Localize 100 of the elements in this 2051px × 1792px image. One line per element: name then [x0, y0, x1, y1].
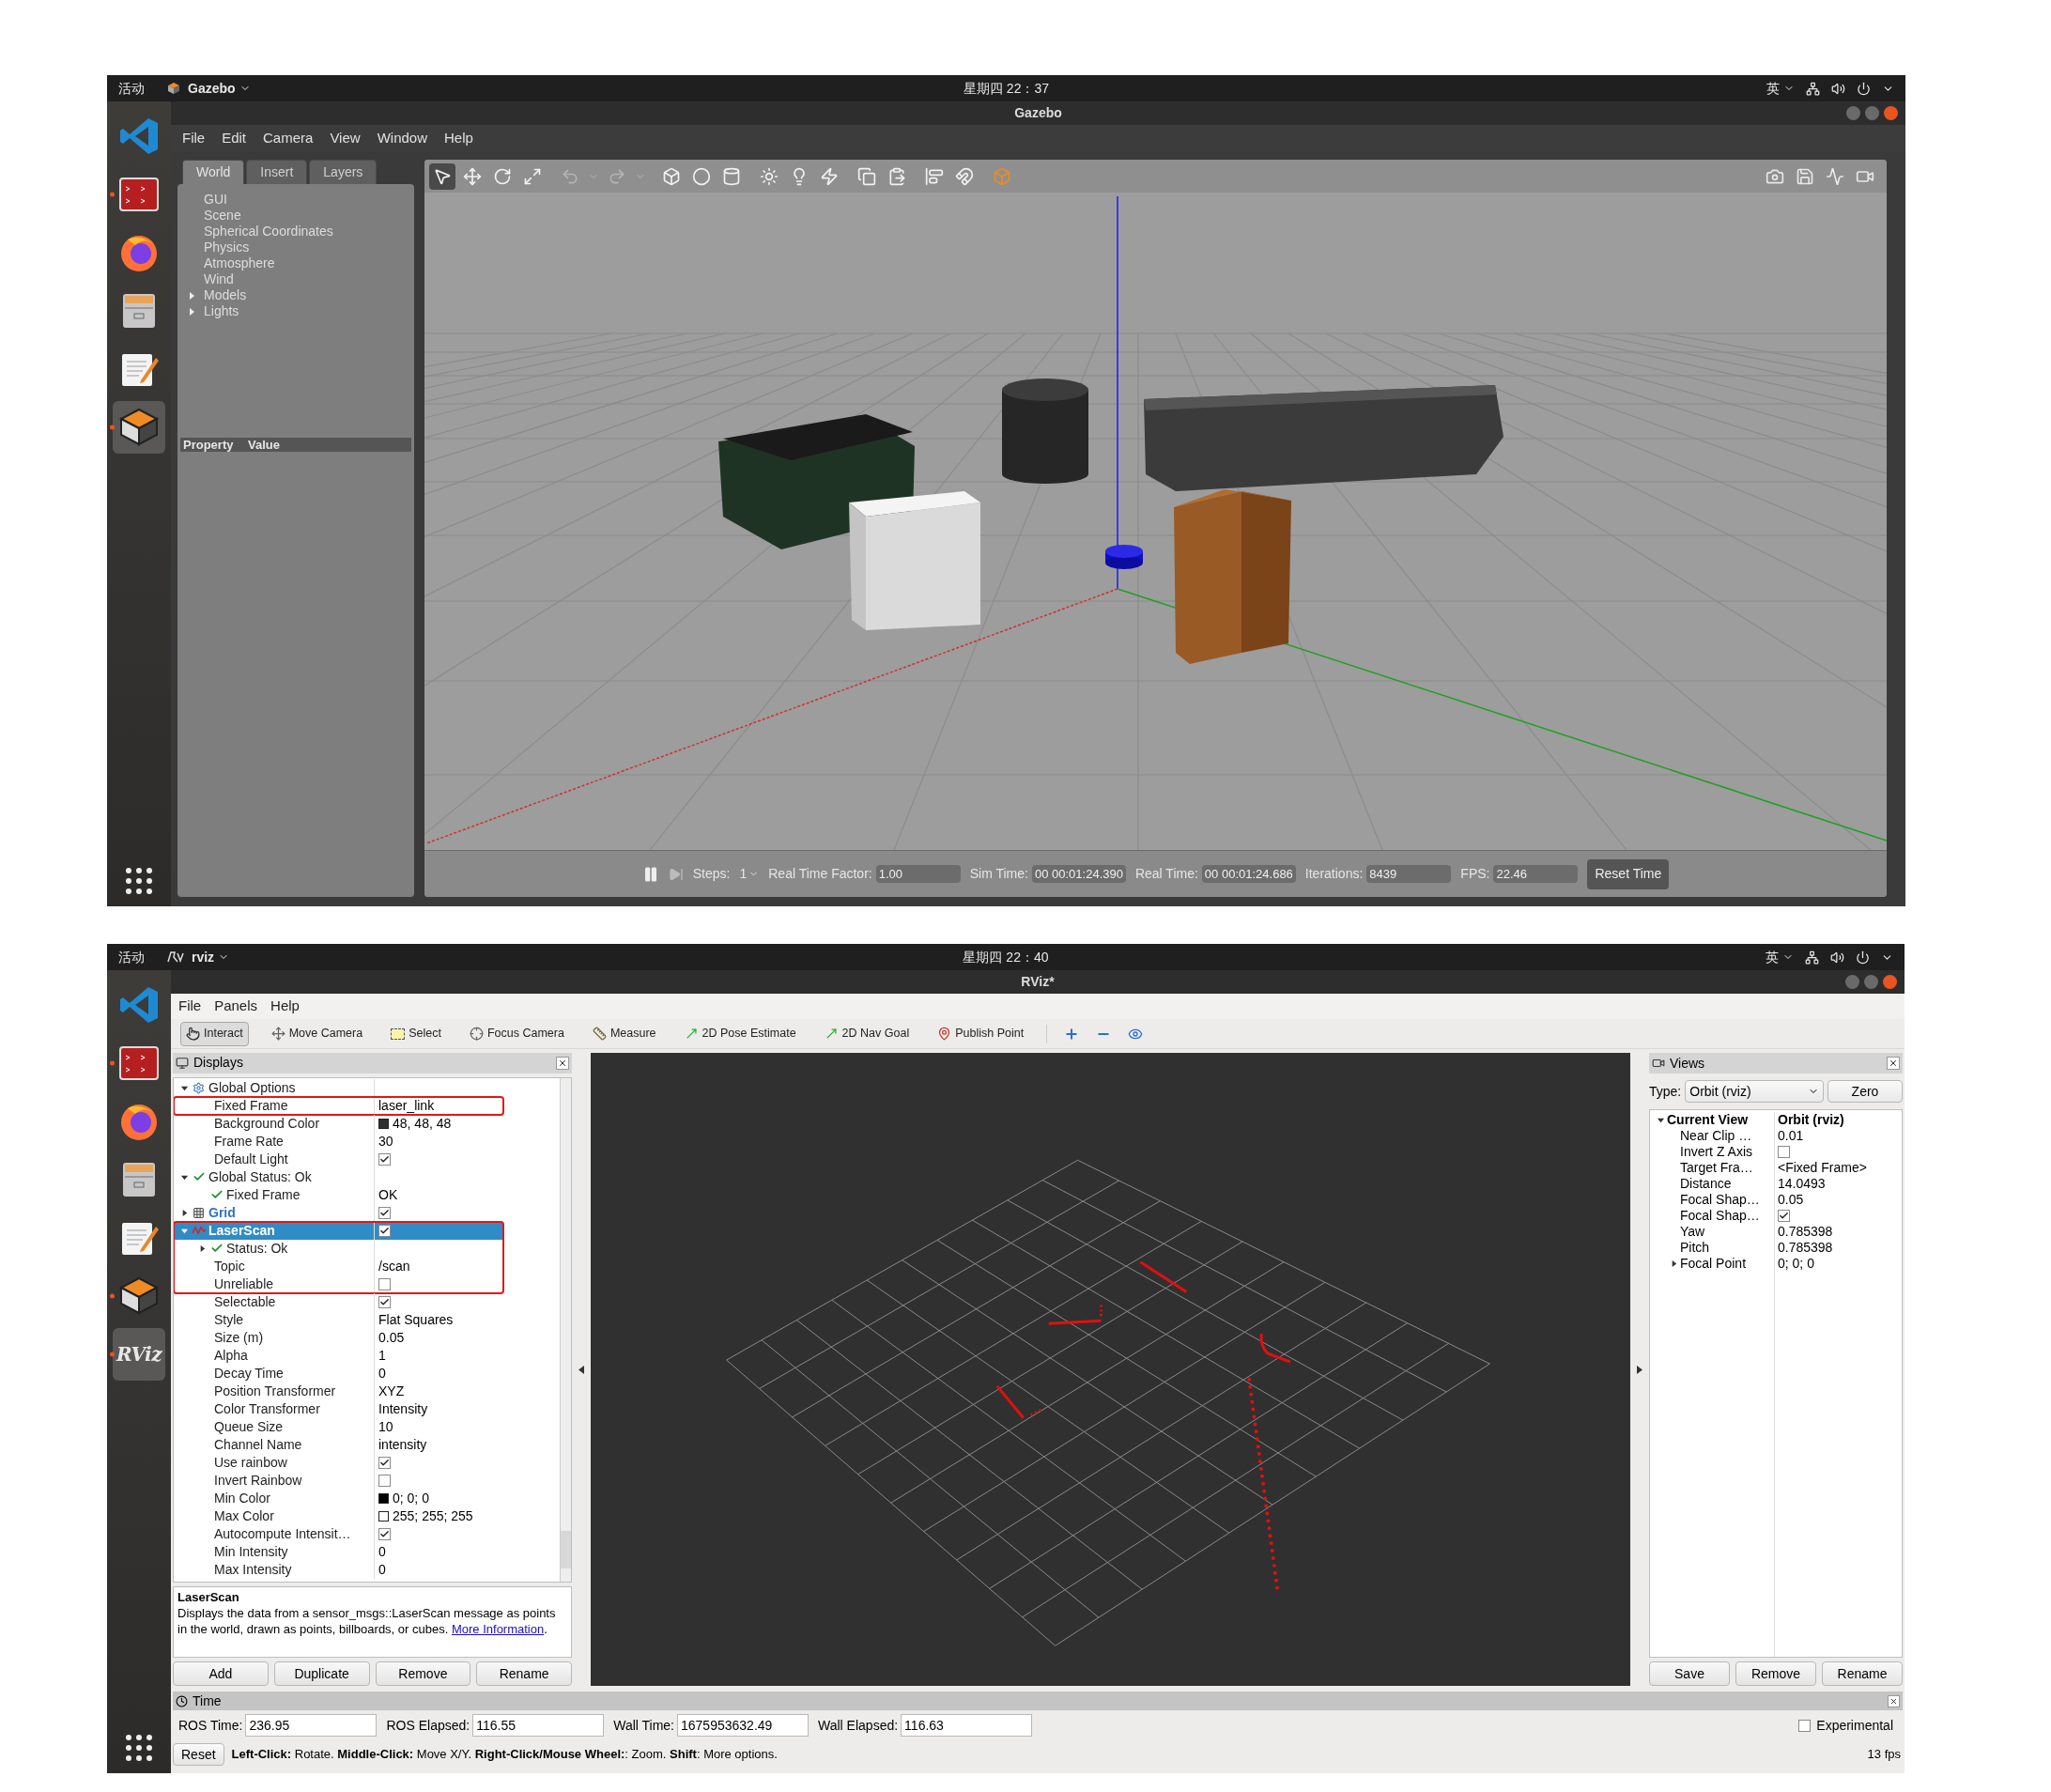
property-value: OK	[378, 1185, 398, 1204]
checkbox[interactable]	[378, 1277, 391, 1290]
menu-item[interactable]: Camera	[263, 128, 314, 149]
tree-row[interactable]: Selectable	[174, 1292, 560, 1311]
tree-row[interactable]: Grid	[174, 1203, 560, 1222]
maximize-button[interactable]	[1864, 975, 1878, 989]
menu-item[interactable]: Help	[444, 128, 473, 149]
volume-icon[interactable]	[1831, 81, 1845, 96]
property-label: Fixed Frame	[214, 1096, 288, 1115]
tree-row[interactable]: Status: Ok	[174, 1239, 503, 1258]
checkbox[interactable]	[378, 1224, 391, 1237]
checkbox[interactable]	[378, 1474, 391, 1487]
checkbox[interactable]	[378, 1527, 391, 1540]
collapse-arrow-icon[interactable]	[578, 1365, 584, 1374]
close-button[interactable]	[1888, 1694, 1900, 1707]
tool-button[interactable]: 2D Nav Goal	[818, 1021, 916, 1046]
tool-button[interactable]: Interact	[180, 1021, 249, 1046]
checkbox[interactable]	[1798, 1719, 1812, 1732]
cube-icon[interactable]	[118, 407, 160, 448]
power-icon[interactable]	[1856, 950, 1870, 965]
close-button[interactable]	[556, 1056, 569, 1070]
wave-icon	[191, 1226, 207, 1236]
redo-icon	[608, 166, 626, 186]
checkbox[interactable]	[1778, 1210, 1790, 1222]
property-value: 0; 0; 0	[393, 1489, 429, 1507]
checkbox[interactable]	[1778, 1146, 1790, 1158]
checkbox[interactable]	[378, 1152, 391, 1166]
tree-row[interactable]: Use rainbow	[174, 1453, 560, 1472]
checkbox[interactable]	[378, 1456, 391, 1469]
type-dropdown[interactable]: Orbit (rviz)	[1685, 1080, 1824, 1103]
menu-item[interactable]: Panels	[214, 996, 258, 1017]
menu-item[interactable]: Help	[270, 996, 300, 1017]
app-grid-icon[interactable]	[125, 1734, 153, 1762]
panel-button[interactable]: Rename	[476, 1661, 572, 1686]
tab[interactable]: Insert	[246, 160, 308, 184]
panel-button[interactable]: Save	[1649, 1661, 1730, 1686]
property-label: Yaw	[1680, 1224, 1705, 1240]
tab[interactable]: Layers	[309, 160, 378, 184]
tool-button[interactable]: Select	[385, 1021, 447, 1046]
checkbox[interactable]	[378, 1206, 391, 1219]
menu-item[interactable]: View	[330, 128, 361, 149]
tool-button[interactable]: Publish Point	[932, 1021, 1030, 1046]
readout-field: 00 00:01:24.686	[1201, 864, 1296, 884]
reset-time-button[interactable]: Reset Time	[1587, 858, 1670, 889]
menu-item[interactable]: Edit	[222, 128, 247, 149]
menu-item[interactable]: Window	[377, 128, 427, 149]
tool-button[interactable]: 2D Pose Estimate	[678, 1021, 802, 1046]
expand-arrow[interactable]	[1656, 1116, 1665, 1124]
input-method-button[interactable]: 英	[1766, 78, 1795, 99]
chart-icon[interactable]	[1826, 166, 1844, 186]
app-menu-button[interactable]: Gazebo	[188, 78, 251, 99]
tree-row[interactable]: Fixed Frame laser_link	[174, 1096, 503, 1115]
rviz-logo[interactable]: RViz	[116, 1340, 162, 1368]
readout-field: 8439	[1366, 864, 1452, 884]
menu-item[interactable]: File	[178, 996, 202, 1017]
close-button[interactable]	[1887, 1057, 1900, 1070]
minimize-button[interactable]	[1846, 106, 1860, 120]
code-editor-icon[interactable]	[118, 116, 160, 157]
activities-button[interactable]: 活动	[118, 78, 145, 99]
collapse-arrow-icon[interactable]	[1637, 1365, 1642, 1374]
maximize-button[interactable]	[1865, 106, 1879, 120]
menu-item[interactable]: File	[182, 128, 206, 149]
tree-row[interactable]: Unreliable	[174, 1274, 503, 1293]
tree-row[interactable]: Autocompute Intensit…	[174, 1524, 560, 1543]
panel-button[interactable]: Remove	[375, 1661, 471, 1686]
property-value: 48, 48, 48	[393, 1114, 452, 1133]
tree-row[interactable]: Invert Rainbow	[174, 1471, 560, 1490]
property-label: Min Color	[214, 1489, 270, 1507]
selected-row[interactable]: LaserScan	[174, 1221, 503, 1240]
minimize-button[interactable]	[1845, 975, 1859, 989]
app-menu-button[interactable]: rviz	[192, 947, 230, 967]
tree-row[interactable]: Topic /scan	[174, 1257, 503, 1275]
clock[interactable]: 星期四 22：37	[964, 78, 1049, 99]
network-icon[interactable]	[1805, 950, 1819, 965]
panel-button[interactable]: Duplicate	[273, 1661, 370, 1686]
clock[interactable]: 星期四 22：40	[963, 947, 1049, 967]
property-label: Channel Name	[214, 1435, 302, 1454]
zero-button[interactable]: Zero	[1827, 1080, 1903, 1103]
code-editor-icon[interactable]	[118, 984, 160, 1026]
tool-button[interactable]: Measure	[586, 1021, 662, 1046]
tree-row[interactable]: Default Light	[174, 1150, 560, 1168]
tool-button[interactable]: Move Camera	[265, 1021, 369, 1046]
app-grid-icon[interactable]	[125, 867, 153, 895]
panel-button[interactable]: Rename	[1822, 1661, 1903, 1686]
activities-button[interactable]: 活动	[118, 947, 145, 967]
power-icon[interactable]	[1857, 81, 1871, 96]
property-value: 0.01	[1778, 1128, 1804, 1144]
tool-button[interactable]	[429, 162, 455, 190]
volume-icon[interactable]	[1830, 950, 1844, 965]
input-method-button[interactable]: 英	[1766, 947, 1794, 967]
tool-button[interactable]: Focus Camera	[463, 1021, 570, 1046]
network-icon[interactable]	[1806, 81, 1820, 96]
panel-button[interactable]: Add	[173, 1661, 269, 1686]
reset-button[interactable]: Reset	[173, 1743, 224, 1766]
checkbox[interactable]	[378, 1295, 391, 1308]
panel-button[interactable]: Remove	[1735, 1661, 1816, 1686]
grid-icon	[193, 1206, 205, 1219]
property-label: Min Intensity	[214, 1542, 288, 1561]
cube-icon[interactable]	[118, 1275, 160, 1317]
save-icon[interactable]	[1796, 166, 1814, 186]
